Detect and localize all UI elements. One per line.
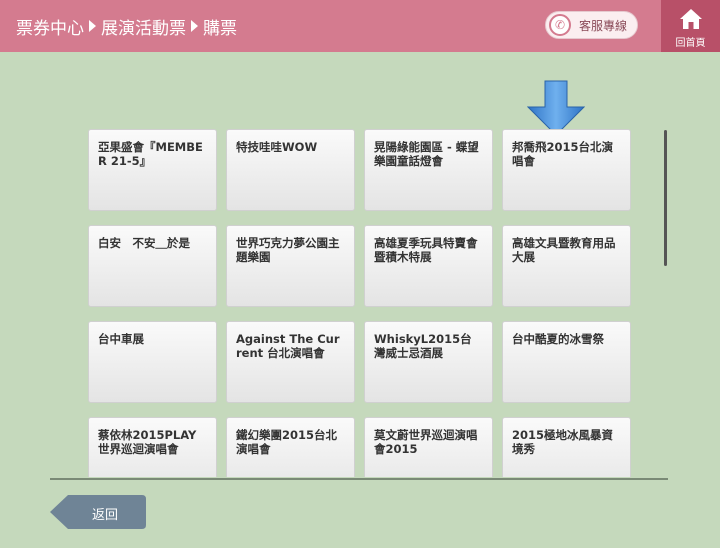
breadcrumb-purchase: 購票 [203,18,237,39]
event-tile[interactable]: 亞果盛會『MEMBER 21-5』 [88,129,217,211]
header-bar: 票券中心 展演活動票 購票 ✆ 客服專線 回首頁 [0,0,720,52]
event-tile[interactable]: 鐵幻樂團2015台北演唱會 [226,417,355,477]
event-tile[interactable]: 台中車展 [88,321,217,403]
back-button[interactable]: 返回 [50,495,146,529]
event-tile[interactable]: 台中酷夏的冰雪祭 [502,321,631,403]
chevron-right-icon [191,20,198,32]
breadcrumb: 票券中心 展演活動票 購票 [16,0,237,52]
home-button[interactable]: 回首頁 [661,0,720,52]
event-tile[interactable]: 特技哇哇WOW [226,129,355,211]
event-tile[interactable]: 晃陽綠能園區 - 蝶望樂園童話燈會 [364,129,493,211]
event-tile[interactable]: 白安 不安＿於是 [88,225,217,307]
event-tile[interactable]: 蔡依林2015PLAY世界巡迴演唱會 [88,417,217,477]
event-tile[interactable]: 高雄夏季玩具特賣會暨積木特展 [364,225,493,307]
breadcrumb-event-tickets[interactable]: 展演活動票 [101,14,186,39]
chevron-right-icon [89,20,96,32]
event-tile[interactable]: WhiskyL2015台灣威士忌酒展 [364,321,493,403]
event-grid: 亞果盛會『MEMBER 21-5』 特技哇哇WOW 晃陽綠能園區 - 蝶望樂園童話燈… [88,129,634,477]
event-tile[interactable]: 世界巧克力夢公園主題樂園 [226,225,355,307]
divider [50,478,668,480]
phone-icon: ✆ [549,14,571,36]
customer-service-label: 客服專線 [579,18,628,33]
home-icon [679,9,702,29]
scrollbar[interactable] [664,130,667,266]
event-tile[interactable]: 高雄文具暨教育用品大展 [502,225,631,307]
customer-service-button[interactable]: ✆ 客服專線 [545,11,638,39]
arrow-down-icon [527,80,585,136]
event-tile[interactable]: 邦喬飛2015台北演唱會 [502,129,631,211]
home-label: 回首頁 [675,38,706,49]
event-tile[interactable]: 2015極地冰風暴資境秀 [502,417,631,477]
breadcrumb-ticket-center[interactable]: 票券中心 [16,14,84,39]
back-label: 返回 [92,508,119,523]
event-tile[interactable]: Against The Current 台北演唱會 [226,321,355,403]
event-tile[interactable]: 莫文蔚世界巡迴演唱會2015 [364,417,493,477]
